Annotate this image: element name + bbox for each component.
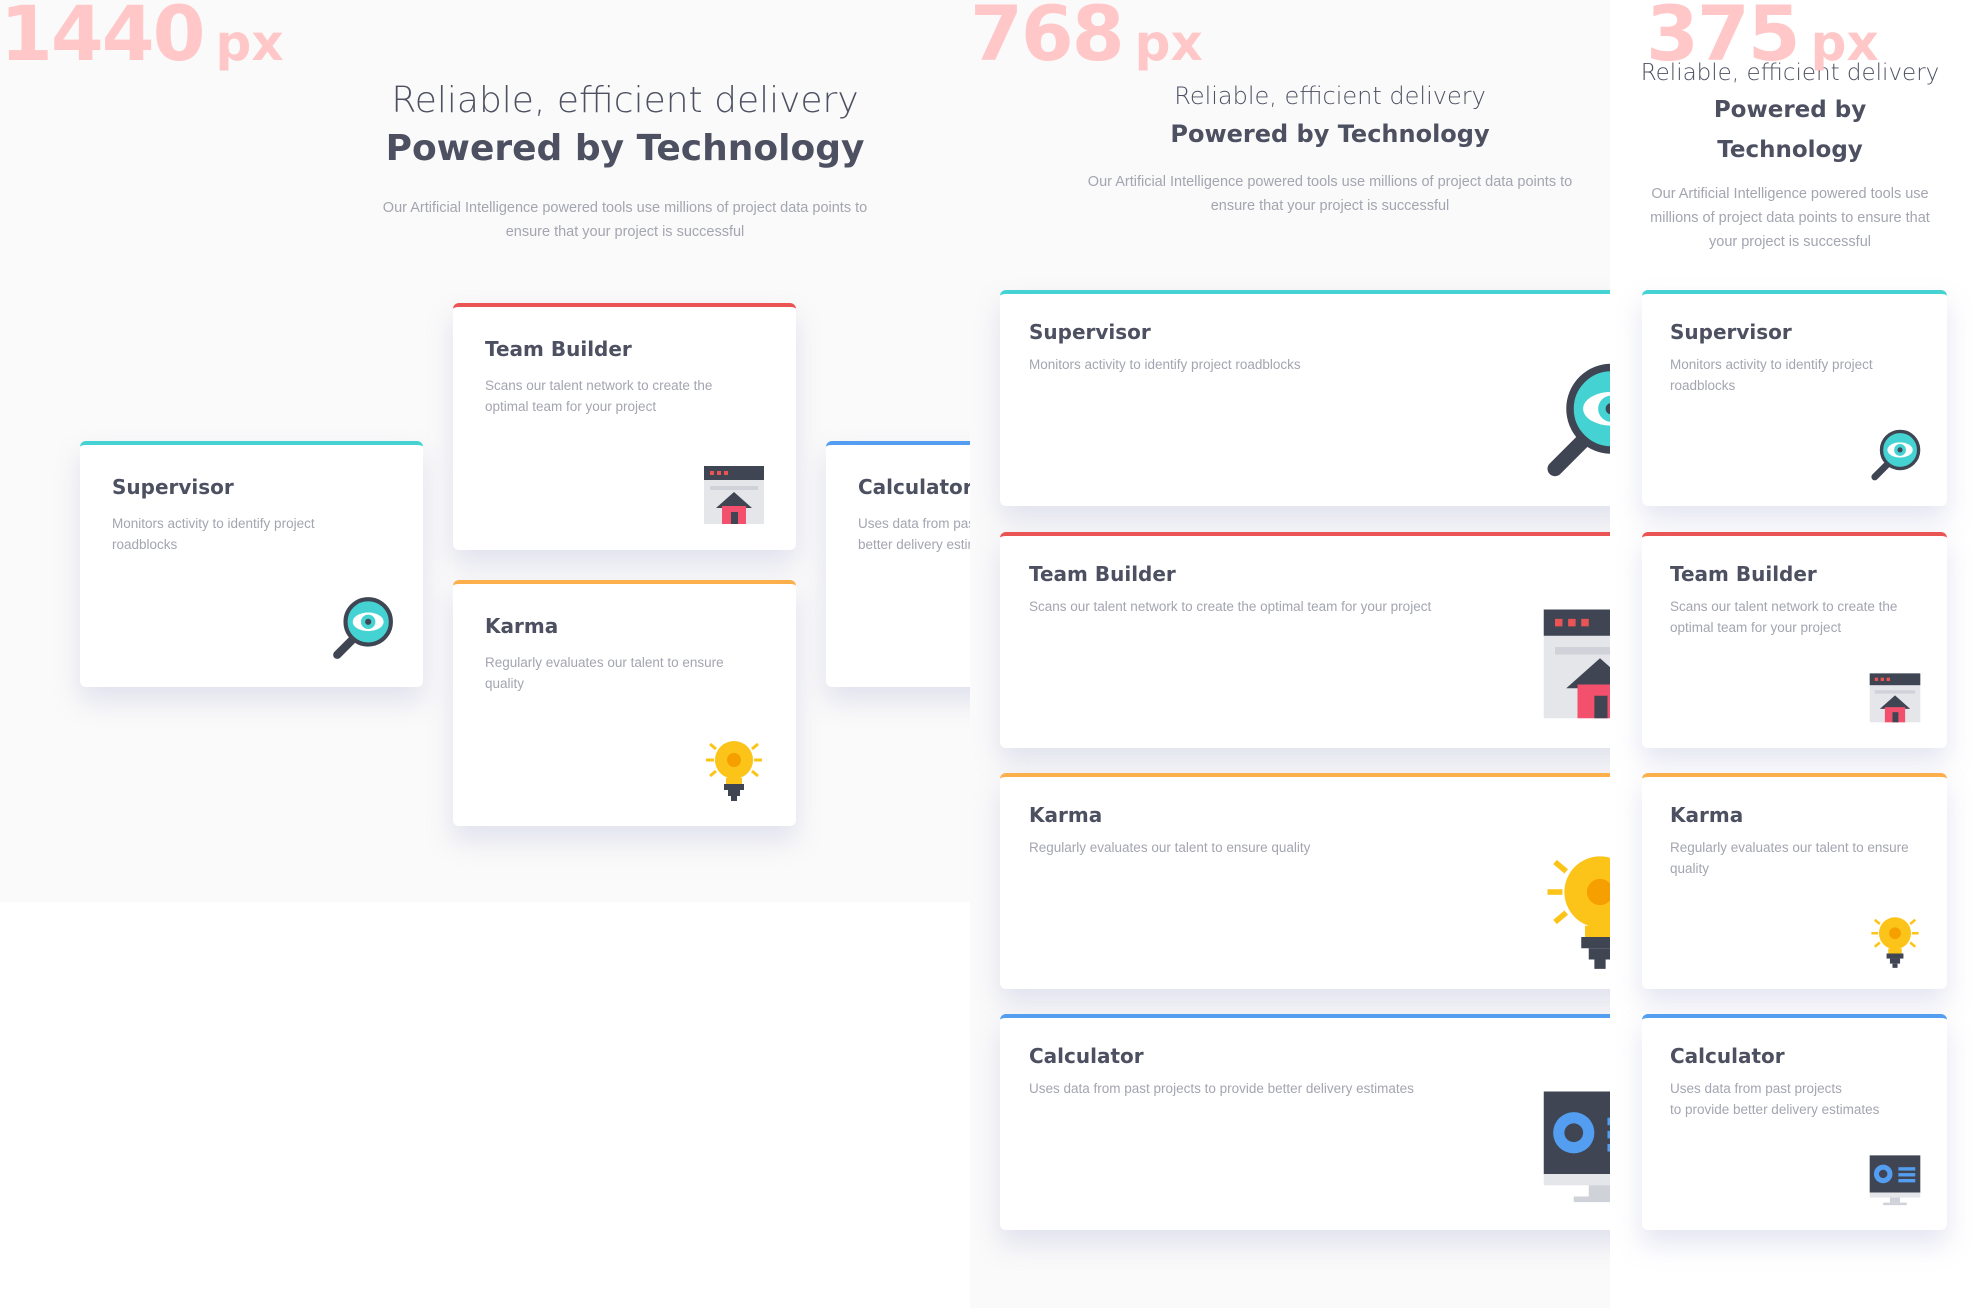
card-title: Supervisor xyxy=(1029,320,1151,344)
card-description: Scans our talent network to create the o… xyxy=(485,378,713,414)
card-description: Uses data from past projects to provide … xyxy=(858,516,970,552)
lightbulb-icon xyxy=(1547,856,1610,969)
width-unit: px xyxy=(1134,14,1203,72)
header-subtitle: Reliable, efficient delivery xyxy=(391,80,859,121)
card-team-builder: Team Builder Scans our talent network to… xyxy=(1642,532,1947,748)
magnifier-eye-icon xyxy=(1871,429,1921,481)
card-title: Karma xyxy=(485,614,559,638)
magnifier-eye-icon xyxy=(1547,363,1610,477)
card-title: Calculator xyxy=(1029,1044,1144,1068)
card-team-builder: Team Builder Scans our talent network to… xyxy=(453,303,796,550)
header-title: Powered by Technology xyxy=(1713,97,1867,163)
card-title: Supervisor xyxy=(112,475,234,499)
header-intro: Our Artificial Intelligence powered tool… xyxy=(382,200,868,240)
width-label-tablet: 768 px xyxy=(970,0,1203,76)
header-intro: Our Artificial Intelligence powered tool… xyxy=(1087,174,1573,214)
card-karma: Karma Regularly evaluates our talent to … xyxy=(1642,773,1947,989)
card-calculator: Calculator Uses data from past projects … xyxy=(1000,1014,1610,1230)
card-description: Monitors activity to identify project ro… xyxy=(112,516,315,552)
section-header: Reliable, efficient delivery Powered by … xyxy=(340,78,910,244)
card-calculator: Calculator Uses data from past projects … xyxy=(826,441,970,687)
card-supervisor: Supervisor Monitors activity to identify… xyxy=(80,441,423,687)
card-title: Karma xyxy=(1029,803,1103,827)
header-title: Powered by Technology xyxy=(1170,120,1490,148)
card-title: Team Builder xyxy=(485,337,632,361)
card-description: Uses data from past projects to provide … xyxy=(1029,1081,1414,1096)
section-header: Reliable, efficient delivery Powered by … xyxy=(1080,78,1580,218)
width-value: 1440 xyxy=(0,0,206,78)
desktop-preview: 1440 px Reliable, efficient delivery Powe… xyxy=(0,0,970,902)
browser-house-icon xyxy=(1869,673,1921,723)
width-value: 768 xyxy=(970,0,1125,78)
card-title: Team Builder xyxy=(1670,562,1817,586)
card-karma: Karma Regularly evaluates our talent to … xyxy=(453,580,796,826)
header-title: Powered by Technology xyxy=(385,128,865,169)
card-description: Uses data from past projects to provide … xyxy=(1670,1078,1925,1120)
header-subtitle: Reliable, efficient delivery xyxy=(1174,82,1486,110)
card-description: Monitors activity to identify project ro… xyxy=(1670,357,1873,393)
card-karma: Karma Regularly evaluates our talent to … xyxy=(1000,773,1610,989)
card-description: Monitors activity to identify project ro… xyxy=(1029,357,1301,372)
card-title: Supervisor xyxy=(1670,320,1792,344)
card-title: Karma xyxy=(1670,803,1744,827)
card-title: Calculator xyxy=(1670,1044,1785,1068)
monitor-icon xyxy=(1543,1091,1610,1203)
card-team-builder: Team Builder Scans our talent network to… xyxy=(1000,532,1610,748)
width-unit: px xyxy=(215,14,284,72)
card-description: Regularly evaluates our talent to ensure… xyxy=(485,655,724,691)
card-title: Team Builder xyxy=(1029,562,1176,586)
card-supervisor: Supervisor Monitors activity to identify… xyxy=(1000,290,1610,506)
width-label-mobile: 375 px xyxy=(1646,0,1879,76)
lightbulb-icon xyxy=(1871,917,1919,968)
lightbulb-icon xyxy=(706,741,762,801)
card-description-line: Uses data from past projects xyxy=(1670,1081,1842,1096)
tablet-preview: 768 px Reliable, efficient delivery Power… xyxy=(970,0,1610,1308)
width-unit: px xyxy=(1810,14,1879,72)
width-label-desktop: 1440 px xyxy=(0,0,284,76)
card-description-line: to provide better delivery estimates xyxy=(1670,1102,1880,1117)
card-supervisor: Supervisor Monitors activity to identify… xyxy=(1642,290,1947,506)
magnifier-eye-icon xyxy=(333,597,393,659)
card-calculator: Calculator Uses data from past projects … xyxy=(1642,1014,1947,1230)
browser-house-icon xyxy=(1543,609,1610,719)
monitor-icon xyxy=(1869,1155,1921,1206)
card-title: Calculator xyxy=(858,475,970,499)
card-description: Scans our talent network to create the o… xyxy=(1670,599,1898,635)
section-header: Reliable, efficient delivery Powered by … xyxy=(1640,56,1940,254)
card-description: Scans our talent network to create the o… xyxy=(1029,599,1432,614)
card-description: Regularly evaluates our talent to ensure… xyxy=(1029,840,1311,855)
card-description: Regularly evaluates our talent to ensure… xyxy=(1670,840,1909,876)
width-value: 375 xyxy=(1646,0,1801,78)
mobile-preview: 375 px Reliable, efficient delivery Power… xyxy=(1610,0,1973,1308)
header-intro: Our Artificial Intelligence powered tool… xyxy=(1650,186,1930,250)
browser-house-icon xyxy=(704,466,764,524)
